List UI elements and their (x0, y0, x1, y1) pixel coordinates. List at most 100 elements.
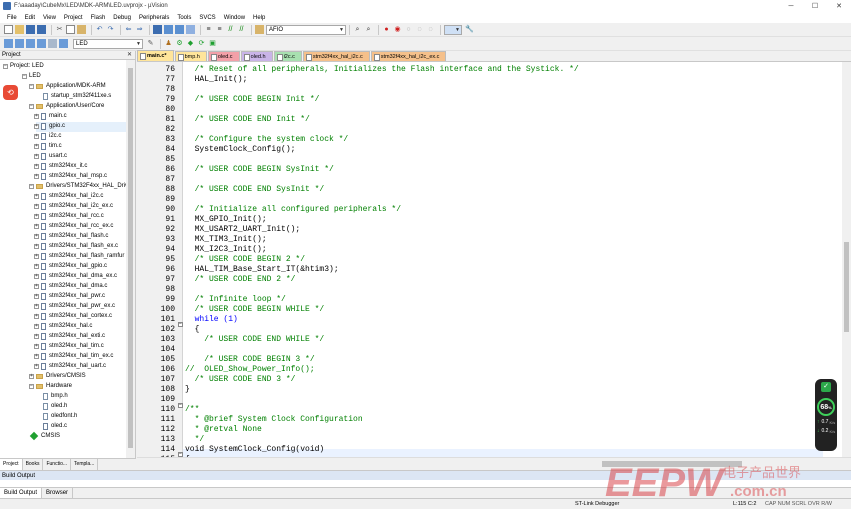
editor-horizontal-scrollbar[interactable] (137, 457, 851, 470)
expand-icon[interactable]: + (34, 203, 39, 209)
expand-icon[interactable]: + (34, 113, 39, 119)
expand-icon[interactable]: + (34, 263, 39, 269)
menu-file[interactable]: File (3, 15, 21, 21)
tree-file[interactable]: + stm32f4xx_hal_pwr_ex.c (34, 301, 115, 311)
expand-icon[interactable]: + (34, 253, 39, 259)
tree-file[interactable]: bmp.h (43, 391, 68, 401)
tab-project[interactable]: Project (0, 459, 23, 470)
close-button[interactable]: ✕ (827, 0, 851, 12)
collapse-icon[interactable]: − (22, 73, 27, 79)
expand-icon[interactable]: + (34, 313, 39, 319)
undo-icon[interactable]: ↶ (95, 25, 104, 34)
tab-templates[interactable]: Templa... (71, 459, 99, 470)
tab-hal-i2c-ex-c[interactable]: stm32f4xx_hal_i2c_ex.c (370, 51, 447, 61)
code-line[interactable]: * @brief System Clock Configuration (185, 415, 363, 425)
code-line[interactable]: MX_GPIO_Init(); (185, 215, 267, 225)
menu-project[interactable]: Project (60, 15, 87, 21)
tree-file[interactable]: + stm32f4xx_hal_uart.c (34, 361, 106, 371)
code-line[interactable]: while (1) (185, 315, 238, 325)
expand-icon[interactable]: + (34, 173, 39, 179)
tree-node-target[interactable]: − LED (22, 71, 41, 81)
search-icon[interactable]: ⌕ (364, 25, 373, 34)
debug-start-icon[interactable]: ● (382, 25, 391, 34)
tree-folder[interactable]: − Application/MDK-ARM (29, 81, 106, 91)
code-line[interactable]: /* Configure the system clock */ (185, 135, 349, 145)
expand-icon[interactable]: + (34, 143, 39, 149)
menu-svcs[interactable]: SVCS (195, 15, 219, 21)
copy-icon[interactable] (66, 25, 75, 34)
menu-debug[interactable]: Debug (109, 15, 135, 21)
code-line[interactable]: /* USER CODE BEGIN Init */ (185, 95, 320, 105)
tree-file[interactable]: + gpio.c (34, 121, 65, 131)
expand-icon[interactable]: + (34, 153, 39, 159)
code-line[interactable]: /** (185, 405, 199, 415)
collapse-icon[interactable]: − (3, 63, 8, 69)
expand-icon[interactable]: − (29, 83, 34, 89)
menu-flash[interactable]: Flash (87, 15, 110, 21)
tree-file[interactable]: + stm32f4xx_hal_flash_ex.c (34, 241, 118, 251)
code-line[interactable]: HAL_Init(); (185, 75, 248, 85)
tab-browser[interactable]: Browser (42, 488, 74, 498)
configure-icon[interactable]: 🔧 (465, 25, 474, 34)
code-line[interactable]: // OLED_Show_Power_Info(); (185, 365, 315, 375)
tab-i2c-c[interactable]: i2c.c (273, 51, 302, 61)
expand-icon[interactable]: − (29, 103, 34, 109)
scrollbar-thumb[interactable] (128, 68, 133, 448)
tree-file[interactable]: + stm32f4xx_hal_flash_ramfur (34, 251, 124, 261)
scrollbar-thumb[interactable] (602, 461, 742, 467)
code-line[interactable]: /* Infinite loop */ (185, 295, 286, 305)
expand-icon[interactable]: + (34, 193, 39, 199)
cut-icon[interactable]: ✂ (55, 25, 64, 34)
code-line[interactable]: } (185, 385, 190, 395)
code-line[interactable]: MX_TIM3_Init(); (185, 235, 267, 245)
expand-icon[interactable]: + (34, 303, 39, 309)
rebuild-icon[interactable] (26, 39, 35, 48)
code-line[interactable]: SystemClock_Config(); (185, 145, 296, 155)
menu-edit[interactable]: Edit (21, 15, 39, 21)
tree-file[interactable]: + stm32f4xx_hal_rcc.c (34, 211, 104, 221)
menu-view[interactable]: View (39, 15, 60, 21)
menu-help[interactable]: Help (249, 15, 269, 21)
window-layout-combo[interactable]: ▼ (444, 24, 462, 35)
expand-icon[interactable]: + (34, 243, 39, 249)
tree-folder[interactable]: − Drivers/STM32F4xx_HAL_Driver (29, 181, 133, 191)
uncomment-icon[interactable]: // (237, 25, 246, 34)
tree-file[interactable]: + stm32f4xx_hal_dma.c (34, 281, 107, 291)
tree-folder[interactable]: − Hardware (29, 381, 72, 391)
target-combo[interactable]: LED ▼ (73, 38, 143, 49)
project-scrollbar[interactable] (126, 60, 135, 458)
code-line[interactable]: /* USER CODE END Init */ (185, 115, 310, 125)
tree-file[interactable]: + stm32f4xx_hal_tim.c (34, 341, 104, 351)
manage-components-icon[interactable]: ⚙ (175, 39, 184, 48)
save-icon[interactable] (26, 25, 35, 34)
code-line[interactable]: void SystemClock_Config(void) (185, 445, 324, 455)
pack-installer-icon[interactable]: ◆ (186, 39, 195, 48)
tree-folder[interactable]: − Application/User/Core (29, 101, 104, 111)
tab-functions[interactable]: Functio... (43, 459, 72, 470)
comment-icon[interactable]: // (226, 25, 235, 34)
tree-file[interactable]: oled.c (43, 421, 67, 431)
tree-file[interactable]: + stm32f4xx_hal_i2c_ex.c (34, 201, 113, 211)
fold-marker-icon[interactable]: − (178, 322, 183, 327)
tree-file[interactable]: + stm32f4xx_hal_flash.c (34, 231, 108, 241)
tree-file[interactable]: oled.h (43, 401, 67, 411)
code-line[interactable]: /* USER CODE BEGIN 2 */ (185, 255, 305, 265)
expand-icon[interactable]: + (34, 353, 39, 359)
clear-bookmarks-icon[interactable] (186, 25, 195, 34)
code-line[interactable]: /* USER CODE END 3 */ (185, 375, 296, 385)
tree-file[interactable]: + stm32f4xx_hal_pwr.c (34, 291, 105, 301)
code-line[interactable]: /* USER CODE END WHILE */ (185, 335, 324, 345)
tree-file-main[interactable]: + main.c (34, 111, 67, 121)
expand-icon[interactable]: − (29, 383, 34, 389)
scrollbar-thumb[interactable] (844, 242, 849, 332)
expand-icon[interactable]: + (34, 333, 39, 339)
open-folder-icon[interactable] (15, 25, 24, 34)
new-file-icon[interactable] (4, 25, 13, 34)
expand-icon[interactable]: + (34, 323, 39, 329)
build-icon[interactable] (15, 39, 24, 48)
code-line[interactable]: HAL_TIM_Base_Start_IT(&htim3); (185, 265, 339, 275)
code-line[interactable]: */ (185, 435, 205, 445)
paste-icon[interactable] (77, 25, 86, 34)
code-line[interactable]: * @retval None (185, 425, 262, 435)
close-icon[interactable]: ✕ (127, 51, 132, 60)
